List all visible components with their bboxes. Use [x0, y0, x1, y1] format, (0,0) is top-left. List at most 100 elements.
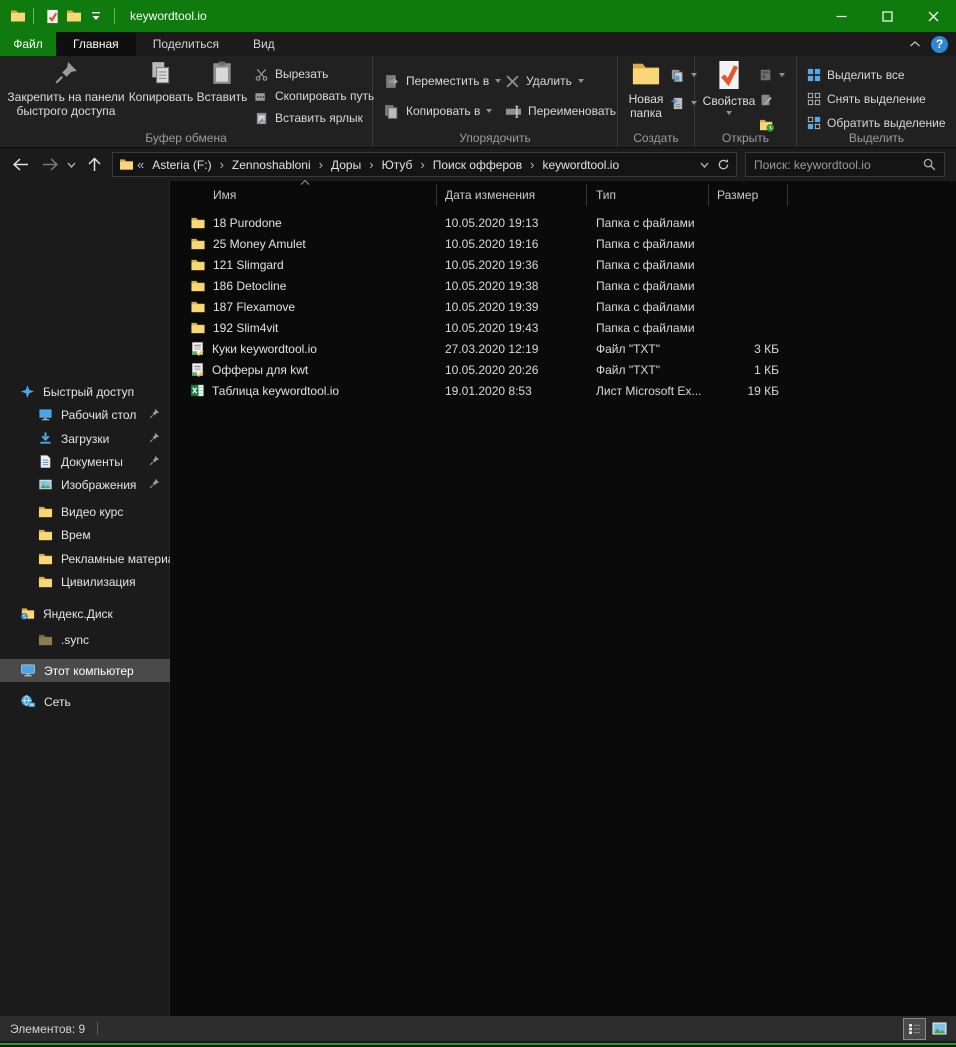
folder-icon [38, 552, 53, 566]
tab-file[interactable]: Файл [0, 32, 56, 56]
forward-button[interactable] [38, 148, 62, 181]
breadcrumb-segment[interactable]: keywordtool.io [535, 158, 626, 172]
delete-x-icon [505, 74, 520, 89]
properties-icon [715, 60, 743, 90]
paste-button[interactable]: Вставить [194, 60, 250, 104]
qat-divider [33, 8, 34, 24]
sidebar-item-this-pc[interactable]: Этот компьютер [0, 659, 170, 682]
easy-access-button[interactable] [670, 92, 697, 114]
qat-divider [114, 8, 115, 24]
breadcrumb-segment[interactable]: Asteria (F:) [145, 158, 218, 172]
qat-new-folder-icon[interactable] [63, 4, 85, 28]
file-row[interactable]: 25 Money Amulet 10.05.2020 19:16 Папка с… [170, 233, 956, 254]
address-bar[interactable]: « Asteria (F:) › Zennoshabloni › Доры › … [112, 152, 737, 177]
file-list: 18 Purodone 10.05.2020 19:13 Папка с фай… [170, 212, 956, 401]
edit-button[interactable] [759, 89, 785, 111]
column-header-type[interactable]: Тип [587, 184, 709, 206]
sidebar-item-downloads[interactable]: Загрузки [0, 427, 170, 450]
search-input[interactable] [746, 158, 923, 172]
breadcrumb-segment[interactable]: Ютуб [375, 158, 420, 172]
minimize-button[interactable] [818, 0, 864, 32]
file-row[interactable]: 18 Purodone 10.05.2020 19:13 Папка с фай… [170, 212, 956, 233]
edit-pencil-icon [759, 93, 773, 107]
pin-icon[interactable] [149, 432, 160, 443]
collapse-ribbon-icon[interactable] [909, 40, 921, 48]
documents-icon [38, 454, 53, 469]
tab-view[interactable]: Вид [236, 32, 292, 56]
sidebar-item-desktop[interactable]: Рабочий стол [0, 403, 170, 426]
new-item-button[interactable] [670, 64, 697, 86]
sidebar-item-folder[interactable]: Рекламные материалы [0, 547, 170, 570]
tab-share[interactable]: Поделиться [136, 32, 236, 56]
breadcrumb-segment[interactable]: Zennoshabloni [225, 158, 318, 172]
column-header-size[interactable]: Размер [709, 184, 788, 206]
chevron-down-icon [495, 79, 501, 83]
up-button[interactable] [82, 148, 106, 181]
copy-button[interactable]: Копировать [130, 60, 192, 104]
file-row[interactable]: 187 Flexamove 10.05.2020 19:39 Папка с ф… [170, 296, 956, 317]
maximize-button[interactable] [864, 0, 910, 32]
group-label-create: Создать [618, 131, 694, 145]
this-pc-icon [20, 663, 36, 678]
sidebar-item-quick-access[interactable]: Быстрый доступ [0, 380, 170, 403]
copy-to-button[interactable]: Копировать в [383, 96, 501, 126]
explorer-app-icon[interactable] [10, 8, 26, 24]
breadcrumb-segment[interactable]: Поиск офферов [426, 158, 529, 172]
open-with-button[interactable] [759, 64, 785, 86]
qat-customize-icon[interactable] [85, 4, 107, 28]
pin-icon[interactable] [149, 478, 160, 489]
text-file-icon [190, 362, 205, 377]
thumbnails-view-button[interactable] [929, 1019, 950, 1039]
easy-access-icon [670, 96, 685, 111]
sidebar-item-folder[interactable]: Цивилизация [0, 570, 170, 593]
file-row[interactable]: Куки keywordtool.io 27.03.2020 12:19 Фай… [170, 338, 956, 359]
details-view-button[interactable] [904, 1019, 925, 1039]
properties-button[interactable]: Свойства [703, 60, 755, 115]
recent-locations-icon[interactable] [62, 148, 80, 181]
navigation-pane: Быстрый доступ Рабочий стол Загрузки Док… [0, 181, 170, 1016]
qat-properties-icon[interactable] [41, 4, 63, 28]
sidebar-item-documents[interactable]: Документы [0, 450, 170, 473]
folder-icon [190, 237, 206, 251]
pin-to-quick-access-button[interactable]: Закрепить на панелибыстрого доступа [6, 60, 126, 118]
file-row[interactable]: Офферы для kwt 10.05.2020 20:26 Файл "TX… [170, 359, 956, 380]
paste-shortcut-button[interactable]: Вставить ярлык [254, 107, 374, 129]
new-folder-button[interactable]: Новаяпапка [620, 60, 672, 120]
select-all-button[interactable]: Выделить все [807, 64, 946, 86]
tab-home[interactable]: Главная [56, 32, 136, 56]
help-icon[interactable]: ? [931, 36, 948, 53]
search-icon[interactable] [923, 158, 944, 171]
file-row[interactable]: Таблица keywordtool.io 19.01.2020 8:53 Л… [170, 380, 956, 401]
sidebar-item-pictures[interactable]: Изображения [0, 473, 170, 496]
folder-icon [190, 279, 206, 293]
paste-shortcut-icon [254, 111, 269, 126]
breadcrumb-segment[interactable]: Доры [324, 158, 368, 172]
pin-icon[interactable] [149, 455, 160, 466]
address-dropdown-icon[interactable] [700, 162, 709, 168]
sidebar-item-network[interactable]: Сеть [0, 690, 170, 713]
column-header-name[interactable]: Имя [170, 184, 437, 206]
rename-button[interactable]: Переименовать [505, 96, 616, 126]
sidebar-item-yandex-disk[interactable]: Яндекс.Диск [0, 602, 170, 625]
move-to-button[interactable]: Переместить в [383, 66, 501, 96]
move-to-icon [383, 73, 400, 90]
file-row[interactable]: 121 Slimgard 10.05.2020 19:36 Папка с фа… [170, 254, 956, 275]
ribbon-group-organize: Переместить в Копировать в Удалить Переи… [373, 56, 618, 147]
sidebar-item-folder[interactable]: Врем [0, 523, 170, 546]
sidebar-item-folder[interactable]: Видео курс [0, 500, 170, 523]
copy-icon [148, 60, 174, 86]
pin-icon[interactable] [149, 408, 160, 419]
back-button[interactable] [8, 148, 32, 181]
refresh-icon[interactable] [717, 158, 730, 171]
file-row[interactable]: 186 Detocline 10.05.2020 19:38 Папка с ф… [170, 275, 956, 296]
copy-path-button[interactable]: Скопировать путь [254, 85, 374, 107]
column-header-date[interactable]: Дата изменения [437, 184, 587, 206]
sidebar-item-sync-folder[interactable]: .sync [0, 628, 170, 651]
yandex-disk-icon [20, 606, 35, 621]
select-none-button[interactable]: Снять выделение [807, 88, 946, 110]
cut-button[interactable]: Вырезать [254, 63, 374, 85]
delete-button[interactable]: Удалить [505, 66, 616, 96]
close-button[interactable] [910, 0, 956, 32]
breadcrumb-overflow[interactable]: « [136, 157, 145, 172]
file-row[interactable]: 192 Slim4vit 10.05.2020 19:43 Папка с фа… [170, 317, 956, 338]
